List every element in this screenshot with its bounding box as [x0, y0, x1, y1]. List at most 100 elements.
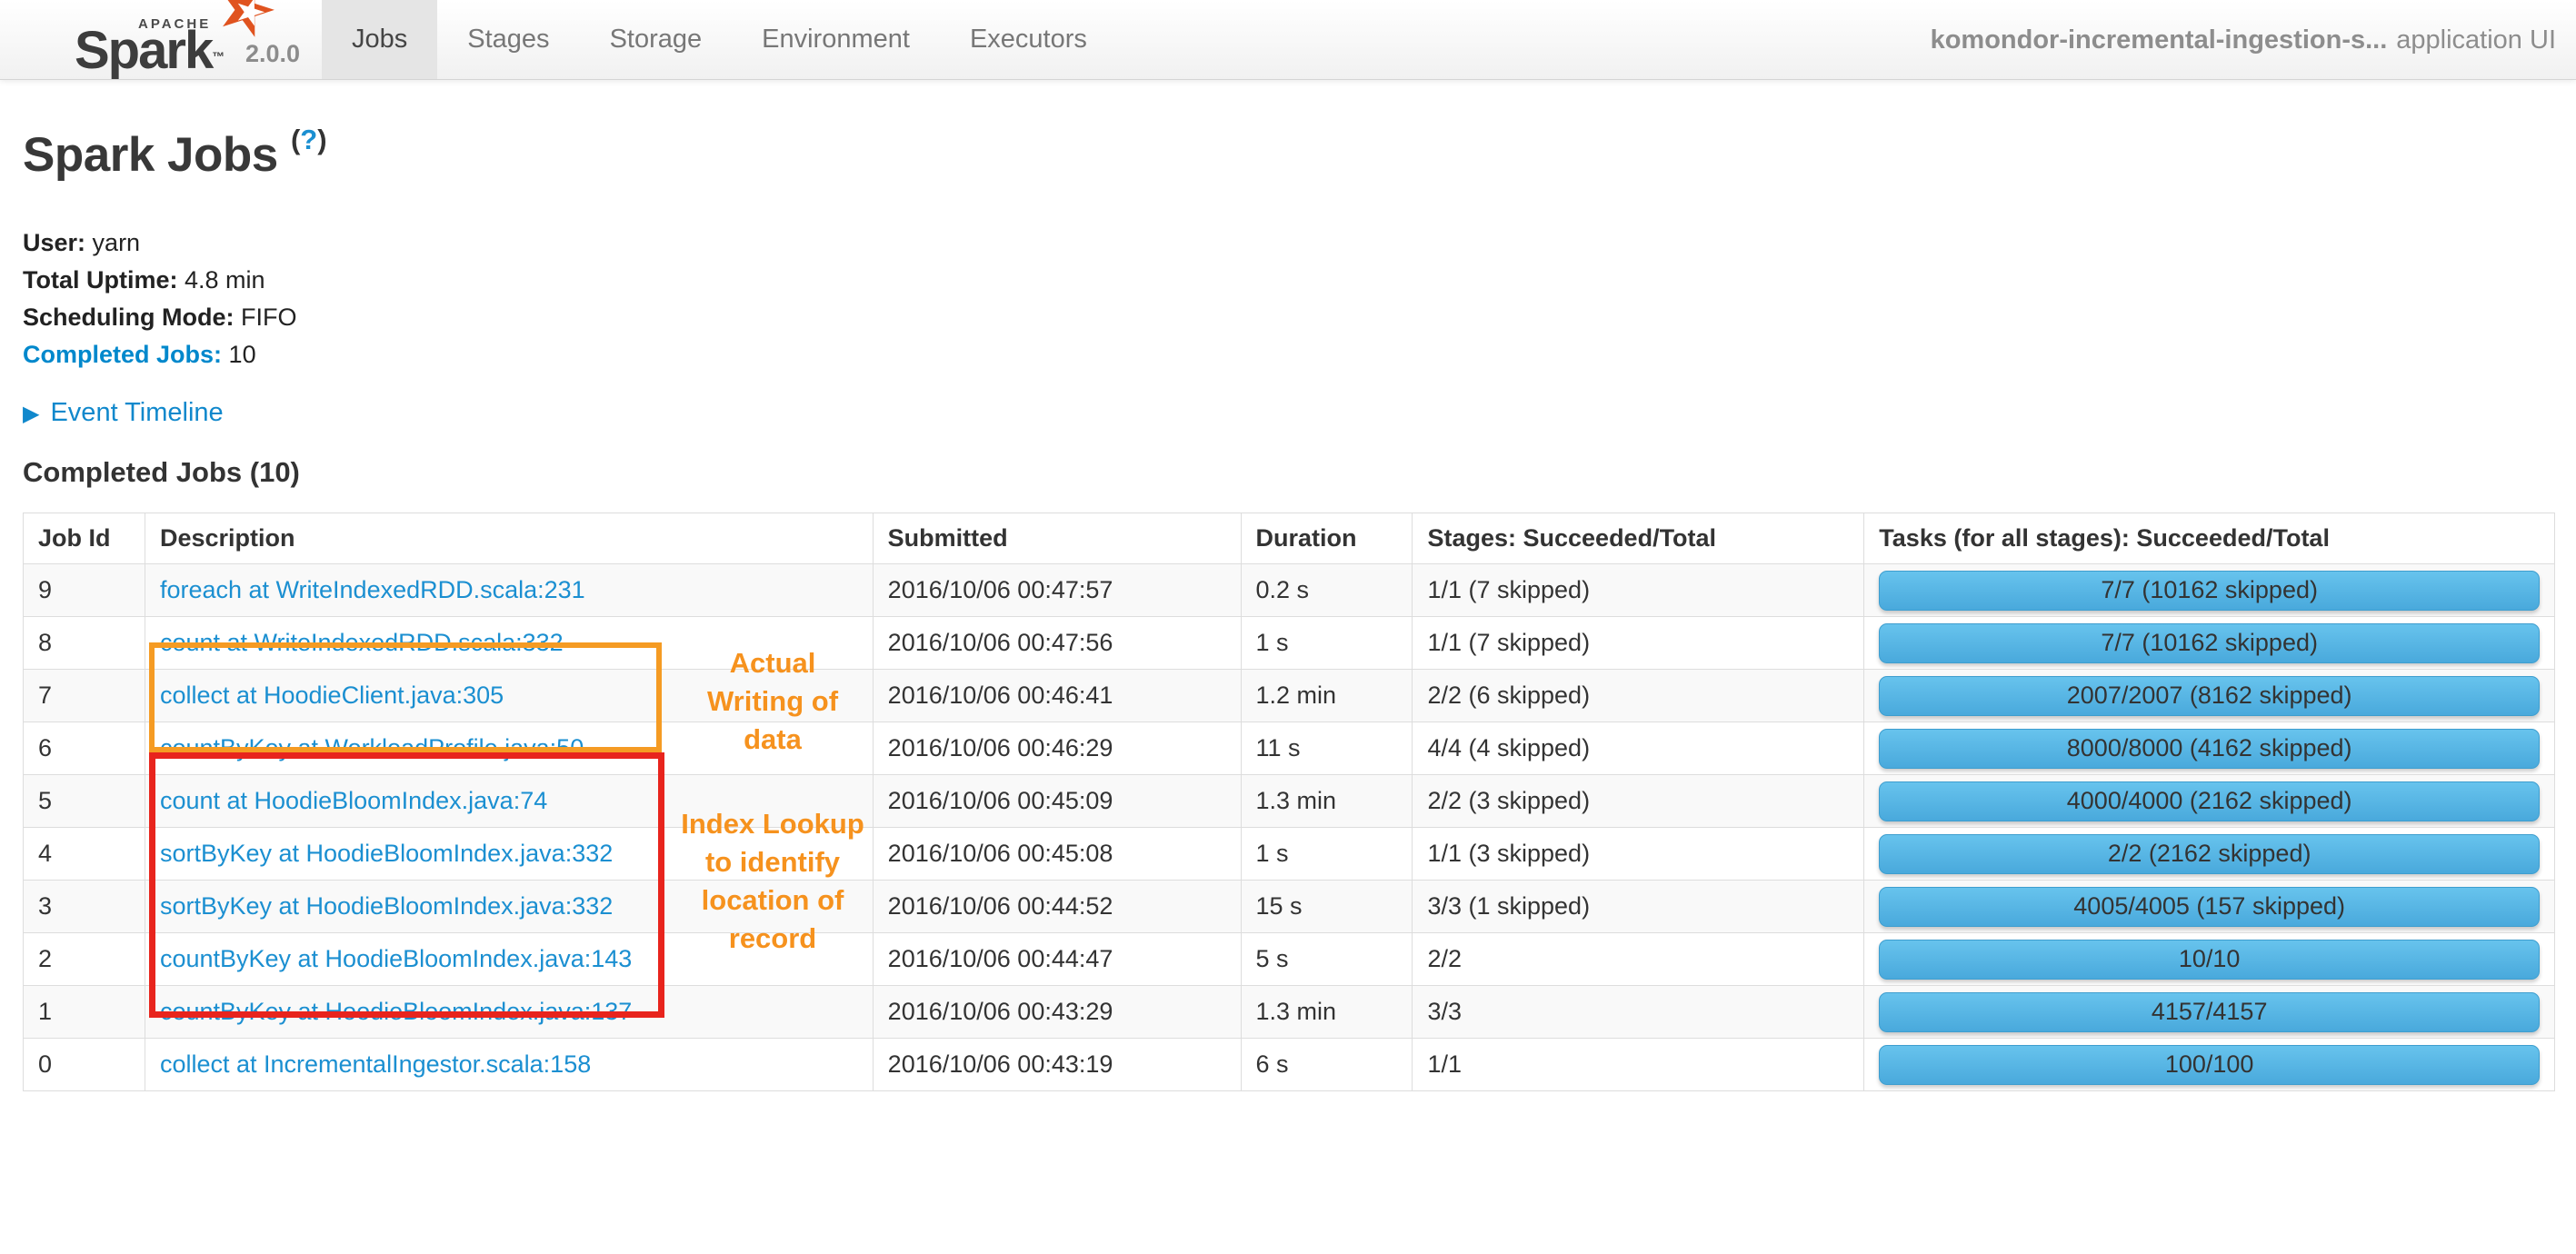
table-header-row: Job Id Description Submitted Duration St… — [23, 513, 2555, 564]
help-badge: (?) — [291, 124, 327, 155]
duration-cell: 15 s — [1240, 880, 1413, 933]
tasks-progress-bar: 4000/4000 (2162 skipped) — [1879, 781, 2540, 821]
table-row: 1 countByKey at HoodieBloomIndex.java:13… — [23, 985, 2555, 1039]
spark-logo[interactable]: APACHE Spark 2.0.0 — [36, 0, 300, 81]
application-title: komondor-incremental-ingestion-s... appl… — [1931, 0, 2556, 80]
job-description-link[interactable]: countByKey at HoodieBloomIndex.java:137 — [160, 998, 632, 1025]
completed-jobs-link[interactable]: Completed Jobs: — [23, 341, 222, 368]
job-id-cell: 0 — [23, 1038, 145, 1091]
submitted-cell: 2016/10/06 00:43:29 — [872, 985, 1242, 1039]
completed-jobs-count: 10 — [228, 341, 256, 368]
spark-version: 2.0.0 — [245, 40, 301, 67]
job-id-cell: 5 — [23, 774, 145, 828]
submitted-cell: 2016/10/06 00:46:41 — [872, 669, 1242, 722]
job-id-cell: 1 — [23, 985, 145, 1039]
job-description-link[interactable]: countByKey at HoodieBloomIndex.java:143 — [160, 945, 632, 972]
job-description-link[interactable]: count at WriteIndexedRDD.scala:332 — [160, 629, 564, 656]
tab-jobs[interactable]: Jobs — [322, 0, 438, 79]
job-description-link[interactable]: count at HoodieBloomIndex.java:74 — [160, 787, 547, 814]
main-content: Spark Jobs (?) User: yarn Total Uptime: … — [0, 80, 2576, 1091]
tasks-progress-bar: 100/100 — [1879, 1044, 2540, 1085]
description-cell: countByKey at WorkloadProfile.java:50 — [144, 722, 874, 775]
column-header-description[interactable]: Description — [144, 513, 874, 564]
description-cell: count at HoodieBloomIndex.java:74 — [144, 774, 874, 828]
event-timeline-toggle[interactable]: Event Timeline — [23, 398, 224, 428]
duration-cell: 1.3 min — [1240, 774, 1413, 828]
job-description-link[interactable]: collect at HoodieClient.java:305 — [160, 682, 504, 709]
description-cell: sortByKey at HoodieBloomIndex.java:332 — [144, 880, 874, 933]
description-cell: countByKey at HoodieBloomIndex.java:143 — [144, 932, 874, 986]
job-description-link[interactable]: foreach at WriteIndexedRDD.scala:231 — [160, 576, 585, 603]
job-id-cell: 3 — [23, 880, 145, 933]
description-cell: sortByKey at HoodieBloomIndex.java:332 — [144, 827, 874, 881]
column-header-stages[interactable]: Stages: Succeeded/Total — [1412, 513, 1865, 564]
application-ui-suffix: application UI — [2396, 25, 2556, 55]
stages-cell: 1/1 (3 skipped) — [1412, 827, 1865, 881]
tasks-cell: 2/2 (2162 skipped) — [1863, 827, 2555, 881]
submitted-cell: 2016/10/06 00:45:09 — [872, 774, 1242, 828]
submitted-cell: 2016/10/06 00:47:56 — [872, 616, 1242, 670]
table-row: 4 sortByKey at HoodieBloomIndex.java:332… — [23, 827, 2555, 881]
tab-stages[interactable]: Stages — [437, 0, 579, 79]
tasks-cell: 4000/4000 (2162 skipped) — [1863, 774, 2555, 828]
job-id-cell: 7 — [23, 669, 145, 722]
column-header-job-id[interactable]: Job Id — [23, 513, 145, 564]
tasks-cell: 4005/4005 (157 skipped) — [1863, 880, 2555, 933]
event-timeline-label: Event Timeline — [50, 398, 224, 427]
stages-cell: 3/3 — [1412, 985, 1865, 1039]
summary-user-label: User: — [23, 229, 86, 256]
tab-executors[interactable]: Executors — [940, 0, 1117, 79]
tasks-cell: 7/7 (10162 skipped) — [1863, 563, 2555, 617]
duration-cell: 1.3 min — [1240, 985, 1413, 1039]
tasks-progress-bar: 4157/4157 — [1879, 991, 2540, 1032]
submitted-cell: 2016/10/06 00:47:57 — [872, 563, 1242, 617]
application-name: komondor-incremental-ingestion-s... — [1930, 25, 2388, 55]
column-header-duration[interactable]: Duration — [1240, 513, 1413, 564]
submitted-cell: 2016/10/06 00:43:19 — [872, 1038, 1242, 1091]
spark-star-icon — [215, 0, 287, 40]
completed-jobs-heading: Completed Jobs (10) — [23, 456, 300, 488]
expand-arrow-icon — [23, 401, 39, 427]
summary-uptime: Total Uptime: 4.8 min — [23, 262, 2553, 299]
stages-cell: 1/1 — [1412, 1038, 1865, 1091]
duration-cell: 1 s — [1240, 616, 1413, 670]
tasks-progress-bar: 10/10 — [1879, 939, 2540, 980]
tasks-cell: 7/7 (10162 skipped) — [1863, 616, 2555, 670]
spark-wordmark: Spark — [75, 20, 223, 81]
nav-tabs: Jobs Stages Storage Environment Executor… — [322, 0, 1117, 79]
description-cell: count at WriteIndexedRDD.scala:332 — [144, 616, 874, 670]
table-row: 3 sortByKey at HoodieBloomIndex.java:332… — [23, 880, 2555, 933]
job-description-link[interactable]: collect at IncrementalIngestor.scala:158 — [160, 1050, 591, 1078]
tasks-progress-bar: 2/2 (2162 skipped) — [1879, 833, 2540, 874]
column-header-submitted[interactable]: Submitted — [872, 513, 1242, 564]
completed-jobs-table: Job Id Description Submitted Duration St… — [23, 513, 2555, 1091]
table-row: 0 collect at IncrementalIngestor.scala:1… — [23, 1038, 2555, 1091]
help-question-link[interactable]: ? — [300, 124, 317, 155]
column-header-tasks[interactable]: Tasks (for all stages): Succeeded/Total — [1863, 513, 2555, 564]
stages-cell: 3/3 (1 skipped) — [1412, 880, 1865, 933]
tasks-progress-bar: 2007/2007 (8162 skipped) — [1879, 675, 2540, 716]
tasks-cell: 4157/4157 — [1863, 985, 2555, 1039]
help-paren-open: ( — [290, 124, 301, 155]
tasks-cell: 2007/2007 (8162 skipped) — [1863, 669, 2555, 722]
job-description-link[interactable]: countByKey at WorkloadProfile.java:50 — [160, 734, 584, 761]
job-id-cell: 8 — [23, 616, 145, 670]
duration-cell: 6 s — [1240, 1038, 1413, 1091]
summary-user: User: yarn — [23, 224, 2553, 262]
job-description-link[interactable]: sortByKey at HoodieBloomIndex.java:332 — [160, 840, 613, 867]
table-row: 2 countByKey at HoodieBloomIndex.java:14… — [23, 932, 2555, 986]
description-cell: collect at HoodieClient.java:305 — [144, 669, 874, 722]
navbar: APACHE Spark 2.0.0 Jobs Stages Storage E… — [0, 0, 2576, 80]
duration-cell: 1.2 min — [1240, 669, 1413, 722]
submitted-cell: 2016/10/06 00:44:52 — [872, 880, 1242, 933]
summary-user-value: yarn — [92, 229, 141, 256]
job-description-link[interactable]: sortByKey at HoodieBloomIndex.java:332 — [160, 892, 613, 920]
stages-cell: 2/2 (6 skipped) — [1412, 669, 1865, 722]
table-row: 6 countByKey at WorkloadProfile.java:50 … — [23, 722, 2555, 775]
submitted-cell: 2016/10/06 00:44:47 — [872, 932, 1242, 986]
table-row: 9 foreach at WriteIndexedRDD.scala:231 2… — [23, 563, 2555, 617]
tab-storage[interactable]: Storage — [580, 0, 733, 79]
tab-environment[interactable]: Environment — [732, 0, 940, 79]
job-summary-list: User: yarn Total Uptime: 4.8 min Schedul… — [23, 224, 2553, 373]
summary-scheduling-mode: Scheduling Mode: FIFO — [23, 299, 2553, 336]
